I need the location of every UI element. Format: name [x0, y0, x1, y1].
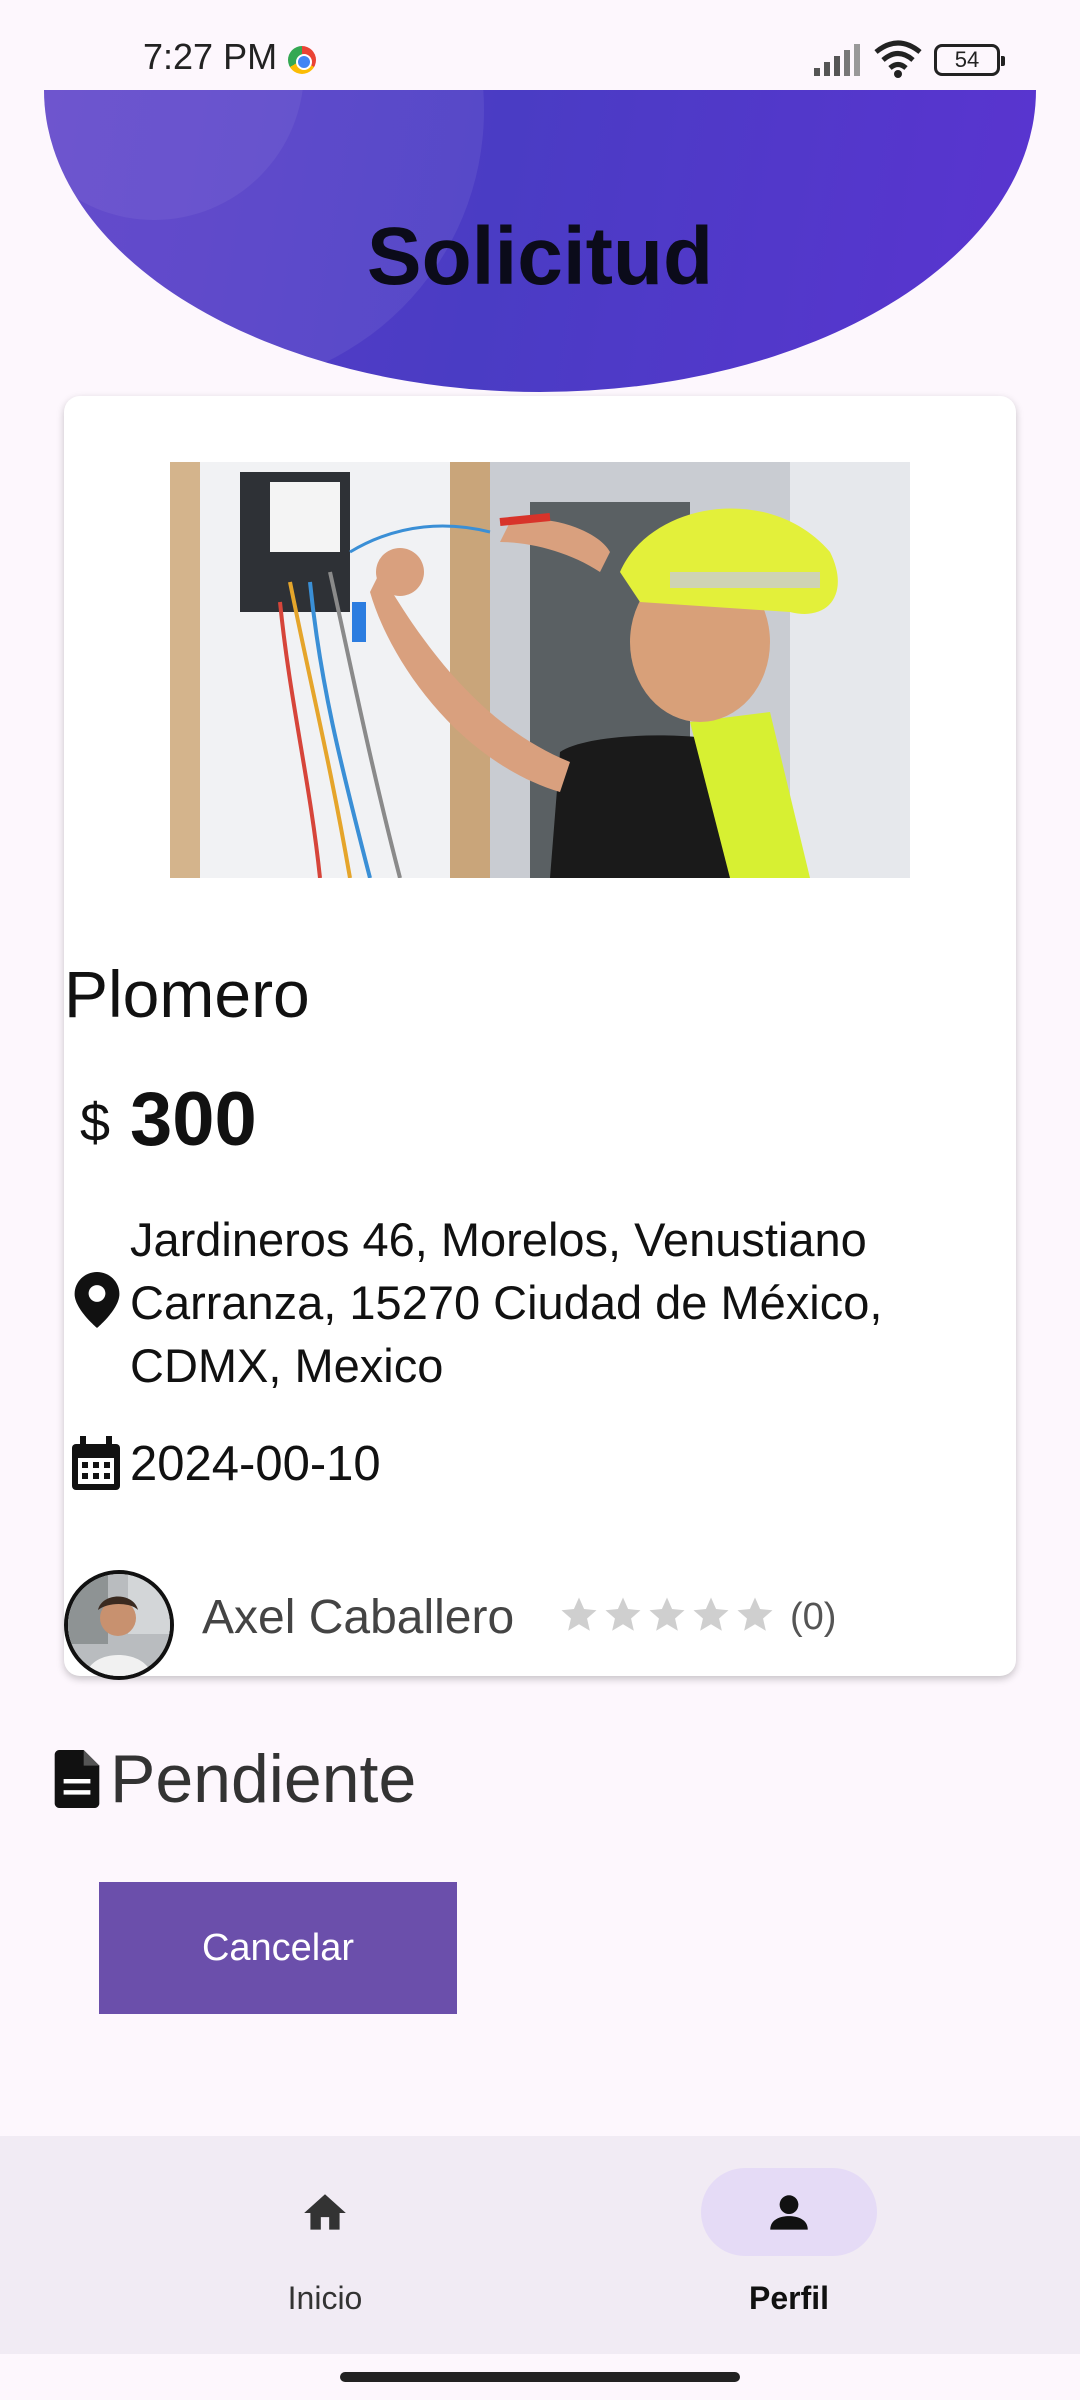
rating-stars [558, 1594, 776, 1638]
document-icon [54, 1750, 100, 1808]
request-date: 2024-00-10 [130, 1437, 381, 1491]
signal-icon [814, 44, 860, 76]
owner-name: Axel Caballero [202, 1591, 515, 1644]
star-icon [737, 1597, 773, 1631]
star-icon [605, 1597, 641, 1631]
page-header: Solicitud [44, 90, 1036, 392]
star-icon [561, 1597, 597, 1631]
page-title: Solicitud [366, 211, 714, 302]
service-title: Plomero [64, 957, 310, 1031]
rating-count: (0) [790, 1596, 837, 1638]
status-time: 7:27 PM [143, 36, 278, 77]
nav-label-inicio: Inicio [287, 2280, 363, 2316]
electrician-illustration [170, 462, 910, 878]
calendar-icon [72, 1436, 120, 1490]
nav-item-inicio[interactable]: Inicio [157, 2136, 457, 2354]
chrome-notification-icon [288, 46, 316, 74]
avatar[interactable] [64, 1570, 174, 1680]
home-icon [304, 2194, 346, 2230]
avatar-photo [68, 1574, 170, 1676]
address-text: Jardineros 46, Morelos, Venustiano Carra… [130, 1213, 883, 1392]
home-indicator[interactable] [340, 2372, 740, 2382]
status-bar: 7:27 PM 54 [0, 0, 1080, 90]
star-icon [693, 1597, 729, 1631]
bottom-navigation: Inicio Perfil [0, 2136, 1080, 2354]
location-pin-icon [74, 1272, 120, 1328]
person-icon [770, 2195, 808, 2230]
price-value: 300 [130, 1077, 257, 1162]
service-photo [170, 462, 910, 878]
battery-indicator: 54 [934, 44, 1005, 76]
wifi-icon [874, 40, 922, 78]
star-icon [649, 1597, 685, 1631]
request-card: Plomero $ 300 Jardineros 46, Morelos, Ve… [64, 396, 1016, 1680]
request-status: Pendiente [110, 1741, 417, 1817]
nav-label-perfil: Perfil [748, 2280, 830, 2316]
cancel-button[interactable]: Cancelar [99, 1882, 457, 2014]
nav-item-perfil[interactable]: Perfil [621, 2136, 921, 2354]
currency-symbol: $ [80, 1093, 111, 1153]
